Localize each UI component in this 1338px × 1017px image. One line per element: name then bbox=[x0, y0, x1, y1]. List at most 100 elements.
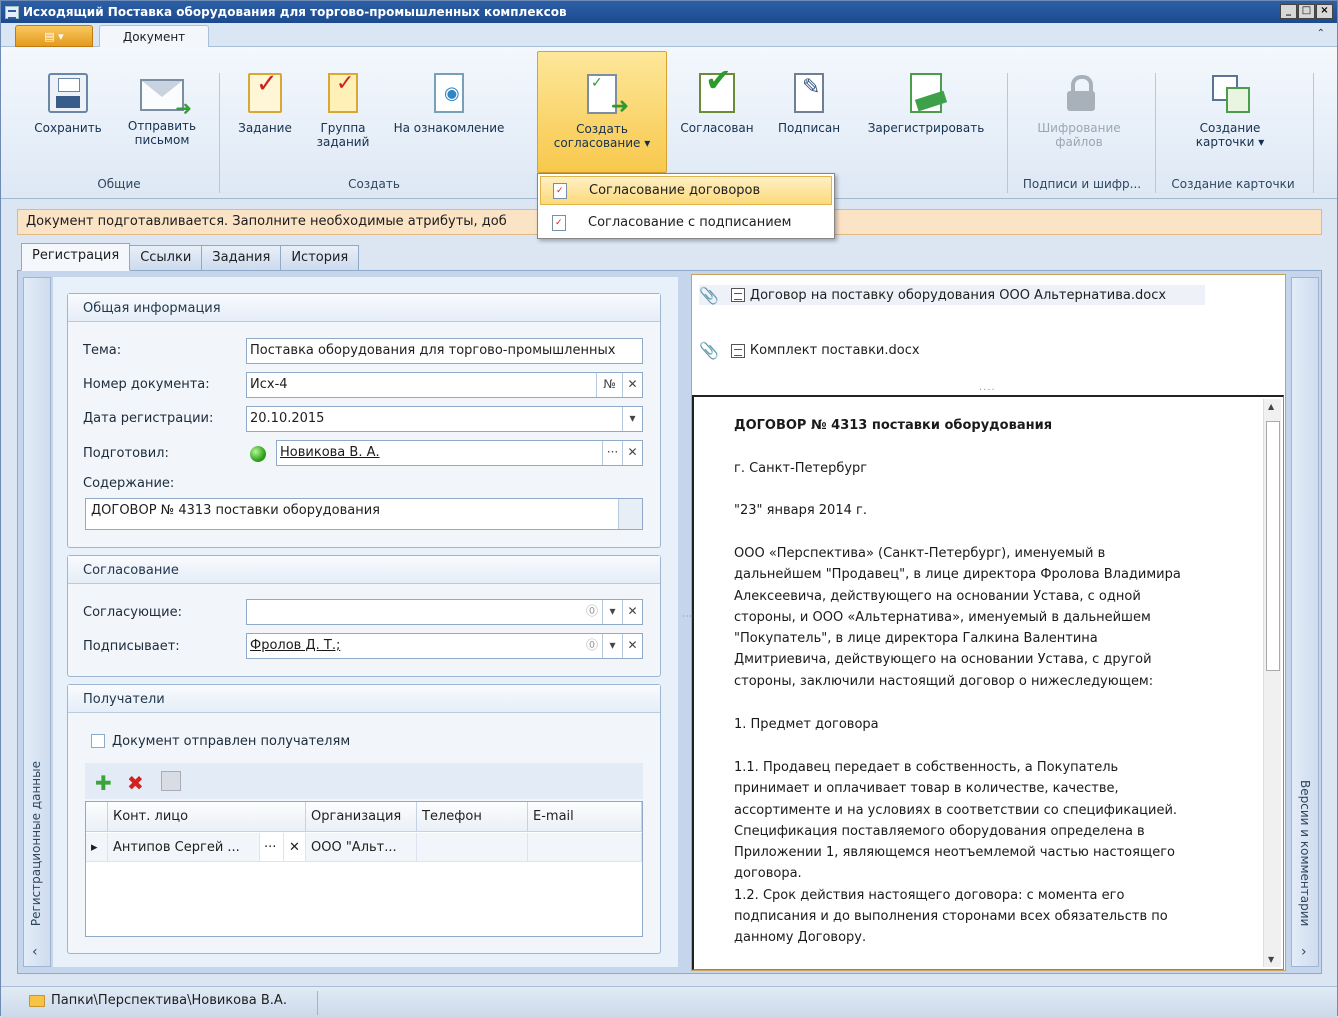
close-button[interactable]: × bbox=[1316, 4, 1333, 19]
scroll-up-icon[interactable]: ▲ bbox=[1268, 402, 1274, 411]
send-email-button[interactable]: Отправить письмом bbox=[117, 51, 207, 173]
lock-icon bbox=[1063, 73, 1095, 113]
group-header: Общая информация bbox=[68, 294, 660, 322]
table-row-phone[interactable] bbox=[417, 833, 528, 862]
scroll-down-icon[interactable]: ▼ bbox=[1268, 955, 1274, 964]
ellipsis-icon[interactable]: ··· bbox=[260, 833, 284, 862]
document-line: Спецификация поставляемого оборудования … bbox=[734, 823, 1145, 839]
document-line: "Покупатель", в лице директора Галкина В… bbox=[734, 631, 1098, 647]
add-icon[interactable]: ✚ bbox=[95, 771, 112, 795]
folder-path[interactable]: Папки\Перспектива\Новикова В.А. bbox=[29, 993, 287, 1008]
prepared-by-value[interactable]: Новикова В. А. bbox=[280, 445, 380, 460]
attachment-item[interactable]: 📎 Комплект поставки.docx bbox=[699, 341, 920, 360]
create-approval-label-2: согласование ▾ bbox=[553, 136, 651, 150]
clear-icon[interactable]: ✕ bbox=[622, 634, 642, 658]
group-header: Согласование bbox=[68, 556, 660, 584]
save-button[interactable]: Сохранить bbox=[23, 51, 113, 173]
doc-number-label: Номер документа: bbox=[83, 377, 210, 392]
column-header-email[interactable]: E-mail bbox=[528, 802, 642, 832]
maximize-button[interactable]: □ bbox=[1298, 4, 1315, 19]
chevron-right-icon[interactable]: › bbox=[1301, 944, 1307, 960]
column-header-org[interactable]: Организация bbox=[306, 802, 417, 832]
tab-history[interactable]: История bbox=[280, 245, 360, 271]
tab-registration[interactable]: Регистрация bbox=[21, 243, 131, 271]
app-menu-button[interactable]: ▤ ▾ bbox=[15, 25, 93, 47]
info-icon[interactable]: ⓪ bbox=[582, 600, 602, 624]
ribbon-collapse-icon[interactable]: ⌃ bbox=[1317, 28, 1325, 39]
doc-number-field[interactable]: Исх-4 № ✕ bbox=[246, 372, 643, 398]
approval-doc-icon bbox=[552, 214, 566, 231]
tab-tasks[interactable]: Задания bbox=[201, 245, 282, 271]
edit-icon[interactable] bbox=[161, 771, 181, 791]
info-icon[interactable]: ⓪ bbox=[582, 634, 602, 658]
window-title: Исходящий Поставка оборудования для торг… bbox=[23, 5, 567, 19]
approvers-label: Согласующие: bbox=[83, 605, 182, 620]
window-controls: _ □ × bbox=[1280, 4, 1333, 19]
document-scrollbar[interactable]: ▲ ▼ bbox=[1263, 399, 1281, 967]
send-label-1: Отправить bbox=[127, 119, 197, 133]
table-row-email[interactable] bbox=[528, 833, 642, 862]
content-scroll[interactable] bbox=[618, 499, 642, 529]
chevron-down-icon[interactable]: ▾ bbox=[602, 634, 622, 658]
tab-document[interactable]: Документ bbox=[99, 25, 209, 48]
envelope-icon bbox=[140, 79, 192, 115]
create-approval-button[interactable]: Создать согласование ▾ bbox=[537, 51, 667, 173]
task-group-icon bbox=[328, 68, 368, 113]
encrypt-files-button[interactable]: Шифрование файлов bbox=[1019, 51, 1139, 173]
agreed-button[interactable]: Согласован bbox=[671, 51, 763, 173]
recipients-grid: Конт. лицо Организация Телефон E-mail ▸ … bbox=[85, 801, 643, 937]
table-row-org[interactable]: ООО "Альт... bbox=[306, 833, 417, 862]
reg-date-field[interactable]: 20.10.2015 ▾ bbox=[246, 406, 643, 432]
content-value: ДОГОВОР № 4313 поставки оборудования bbox=[91, 503, 380, 518]
minimize-button[interactable]: _ bbox=[1280, 4, 1297, 19]
chevron-left-icon[interactable]: ‹ bbox=[32, 944, 38, 960]
clear-icon[interactable]: ✕ bbox=[622, 600, 642, 624]
signer-field[interactable]: Фролов Д. Т.; ⓪ ▾ ✕ bbox=[246, 633, 643, 659]
document-paragraph-1: ООО «Перспектива» (Санкт-Петербург), име… bbox=[734, 543, 1219, 692]
menu-item-contract-approval[interactable]: Согласование договоров bbox=[540, 176, 832, 205]
document-line: ассортименте и на условиях в соответстви… bbox=[734, 802, 1178, 818]
scroll-thumb[interactable] bbox=[1266, 421, 1280, 671]
document-section-title: 1. Предмет договора bbox=[734, 717, 879, 732]
sent-checkbox[interactable] bbox=[91, 734, 105, 748]
agreed-label: Согласован bbox=[680, 121, 754, 135]
acquaint-button[interactable]: На ознакомление bbox=[383, 51, 515, 173]
delete-icon[interactable]: ✖ bbox=[127, 771, 144, 795]
clear-icon[interactable]: ✕ bbox=[284, 833, 306, 862]
task-group-label-2: заданий bbox=[316, 135, 370, 149]
versions-side-panel[interactable]: Версии и комментарии › bbox=[1291, 277, 1319, 967]
attachment-item[interactable]: 📎 Договор на поставку оборудования ООО А… bbox=[699, 285, 1205, 305]
task-button[interactable]: Задание bbox=[229, 51, 301, 173]
prepared-by-label: Подготовил: bbox=[83, 446, 169, 461]
task-group-button[interactable]: Группа заданий bbox=[307, 51, 379, 173]
tab-links[interactable]: Ссылки bbox=[129, 245, 203, 271]
signed-button[interactable]: Подписан bbox=[767, 51, 851, 173]
registration-side-panel[interactable]: Регистрационные данные ‹ bbox=[23, 277, 51, 967]
register-button[interactable]: Зарегистрировать bbox=[855, 51, 997, 173]
chevron-down-icon[interactable]: ▾ bbox=[622, 407, 642, 431]
document-line: принимает и оплачивает товар в количеств… bbox=[734, 781, 1119, 797]
column-header-phone[interactable]: Телефон bbox=[417, 802, 528, 832]
chevron-down-icon[interactable]: ▾ bbox=[602, 600, 622, 624]
document-line: дальнейшем "Продавец", в лице директора … bbox=[734, 567, 1181, 583]
create-card-button[interactable]: Создание карточки ▾ bbox=[1171, 51, 1289, 173]
paperclip-icon: 📎 bbox=[699, 341, 719, 360]
ellipsis-icon[interactable]: ··· bbox=[602, 441, 622, 465]
save-label: Сохранить bbox=[34, 121, 102, 135]
signer-value[interactable]: Фролов Д. Т.; bbox=[250, 638, 340, 653]
column-header-contact[interactable]: Конт. лицо bbox=[108, 802, 306, 832]
title-bar[interactable]: Исходящий Поставка оборудования для торг… bbox=[1, 1, 1337, 23]
table-row-contact[interactable]: Антипов Сергей ... bbox=[108, 833, 260, 862]
document-line: стороны, заключили настоящий договор о н… bbox=[734, 673, 1154, 689]
prepared-by-field[interactable]: Новикова В. А. ··· ✕ bbox=[276, 440, 643, 466]
content-field[interactable]: ДОГОВОР № 4313 поставки оборудования bbox=[85, 498, 643, 530]
subject-label: Тема: bbox=[83, 343, 122, 358]
subject-field[interactable]: Поставка оборудования для торгово-промыш… bbox=[246, 338, 643, 364]
number-generate-button[interactable]: № bbox=[596, 373, 622, 397]
approvers-field[interactable]: ⓪ ▾ ✕ bbox=[246, 599, 643, 625]
folder-path-text: Папки\Перспектива\Новикова В.А. bbox=[51, 993, 287, 1008]
clear-icon[interactable]: ✕ bbox=[622, 373, 642, 397]
agreed-icon bbox=[699, 73, 735, 113]
clear-icon[interactable]: ✕ bbox=[622, 441, 642, 465]
menu-item-approval-with-signing[interactable]: Согласование с подписанием bbox=[540, 208, 832, 237]
